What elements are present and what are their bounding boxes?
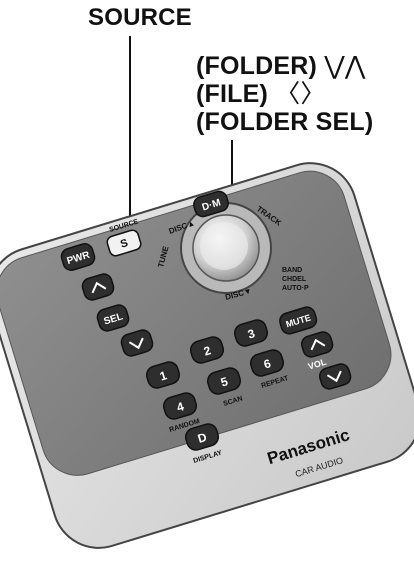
- auto-p-label: AUTO·P: [282, 285, 309, 292]
- remote-control-illustration: DISC▲ TRACK TUNE DISC▼ BAND CHDEL AUTO·P…: [0, 36, 414, 549]
- chdel-label: CHDEL: [282, 276, 307, 283]
- control-dial[interactable]: [180, 202, 272, 294]
- band-label: BAND: [282, 267, 302, 274]
